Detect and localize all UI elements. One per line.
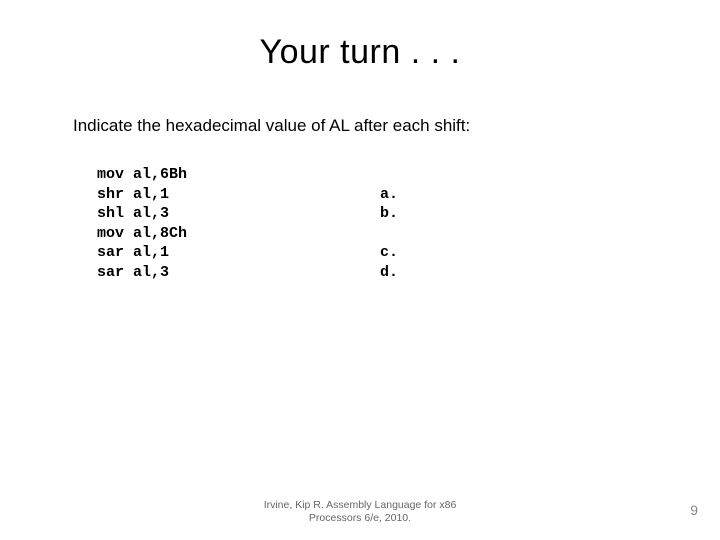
code-line: sar al,3 <box>97 264 169 281</box>
code-line: shl al,3 <box>97 205 169 222</box>
page-number: 9 <box>690 502 698 518</box>
footer-citation: Irvine, Kip R. Assembly Language for x86… <box>0 499 720 525</box>
answer-labels: x a. b. x c. d. <box>380 165 398 282</box>
label-c: c. <box>380 244 398 261</box>
slide-subtitle: Indicate the hexadecimal value of AL aft… <box>73 116 470 136</box>
code-block: mov al,6Bh shr al,1 shl al,3 mov al,8Ch … <box>97 165 187 282</box>
code-line: shr al,1 <box>97 186 169 203</box>
slide: Your turn . . . Indicate the hexadecimal… <box>0 0 720 540</box>
code-line: sar al,1 <box>97 244 169 261</box>
code-line: mov al,8Ch <box>97 225 187 242</box>
label-d: d. <box>380 264 398 281</box>
code-line: mov al,6Bh <box>97 166 187 183</box>
citation-line: Processors 6/e, 2010. <box>309 512 411 524</box>
slide-title: Your turn . . . <box>0 33 720 72</box>
label-a: a. <box>380 186 398 203</box>
label-b: b. <box>380 205 398 222</box>
citation-line: Irvine, Kip R. Assembly Language for x86 <box>264 499 457 511</box>
